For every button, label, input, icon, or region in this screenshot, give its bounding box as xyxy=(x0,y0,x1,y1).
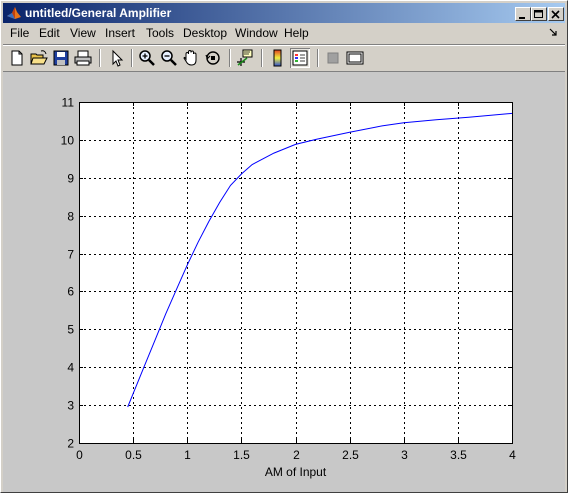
menu-file[interactable]: File xyxy=(10,26,29,40)
menu-help[interactable]: Help xyxy=(284,26,309,40)
y-tick-label: 6 xyxy=(67,285,74,299)
toolbar-separator xyxy=(317,49,319,67)
y-tick-label: 7 xyxy=(67,248,74,262)
plot-area[interactable]: 0 0.5 1 1.5 2 2.5 3 3.5 4 2 3 4 5 6 7 8 9 10 11 AM of Inpu… xyxy=(3,72,565,492)
x-tick-label: 0.5 xyxy=(125,448,142,462)
minimize-button[interactable] xyxy=(515,7,531,21)
menu-bar: File Edit View Insert Tools Desktop Wind… xyxy=(3,24,565,42)
toolbar-separator xyxy=(131,49,133,67)
toolbar-separator xyxy=(261,49,263,67)
new-figure-icon[interactable] xyxy=(7,48,27,68)
x-tick-label: 1.5 xyxy=(233,448,250,462)
rotate-3d-icon[interactable] xyxy=(203,48,223,68)
y-tick-label: 2 xyxy=(67,437,74,451)
menu-edit[interactable]: Edit xyxy=(39,26,60,40)
menu-insert[interactable]: Insert xyxy=(105,26,135,40)
zoom-out-icon[interactable] xyxy=(159,48,179,68)
menu-desktop[interactable]: Desktop xyxy=(183,26,227,40)
x-tick-label: 2.5 xyxy=(342,448,359,462)
axes-background xyxy=(79,102,512,443)
x-tick-label: 0 xyxy=(76,448,83,462)
open-file-icon[interactable] xyxy=(29,48,49,68)
x-axis-label: AM of Input xyxy=(265,465,327,479)
y-tick-label: 8 xyxy=(67,210,74,224)
y-tick-label: 3 xyxy=(67,399,74,413)
toolbar-separator xyxy=(99,49,101,67)
toolbar-separator xyxy=(229,49,231,67)
colorbar-icon[interactable] xyxy=(268,48,288,68)
minimize-icon xyxy=(519,17,525,19)
title-bar[interactable]: untitled/General Amplifier xyxy=(3,3,565,23)
x-tick-label: 3 xyxy=(401,448,408,462)
y-tick-label: 5 xyxy=(67,323,74,337)
y-tick-label: 9 xyxy=(67,172,74,186)
show-plot-tools-icon[interactable] xyxy=(345,48,365,68)
matlab-logo-icon xyxy=(7,7,21,19)
x-tick-label: 4 xyxy=(509,448,516,462)
figure-window: untitled/General Amplifier File Edit Vie… xyxy=(0,0,568,493)
y-tick-label: 10 xyxy=(61,134,75,148)
print-icon[interactable] xyxy=(73,48,93,68)
figure-toolbar xyxy=(3,44,565,71)
x-tick-label: 2 xyxy=(293,448,300,462)
legend-icon[interactable] xyxy=(290,48,310,68)
zoom-in-icon[interactable] xyxy=(137,48,157,68)
y-tick-label: 4 xyxy=(67,361,74,375)
data-cursor-icon[interactable] xyxy=(235,48,255,68)
maximize-icon xyxy=(534,10,543,18)
close-button[interactable] xyxy=(548,7,564,21)
maximize-button[interactable] xyxy=(531,7,547,21)
close-icon xyxy=(551,10,560,19)
dock-arrow-icon[interactable] xyxy=(549,27,559,37)
pan-hand-icon[interactable] xyxy=(181,48,201,68)
x-tick-label: 1 xyxy=(184,448,191,462)
save-icon[interactable] xyxy=(51,48,71,68)
figure-canvas: 0 0.5 1 1.5 2 2.5 3 3.5 4 2 3 4 5 6 7 8 9 10 11 AM of Inpu… xyxy=(3,71,565,492)
hide-plot-tools-icon[interactable] xyxy=(323,48,343,68)
menu-window[interactable]: Window xyxy=(235,26,278,40)
x-tick-label: 3.5 xyxy=(450,448,467,462)
y-tick-label: 11 xyxy=(62,96,75,110)
window-title: untitled/General Amplifier xyxy=(25,6,172,20)
menu-view[interactable]: View xyxy=(70,26,96,40)
menu-tools[interactable]: Tools xyxy=(146,26,174,40)
edit-plot-arrow-icon[interactable] xyxy=(107,48,127,68)
